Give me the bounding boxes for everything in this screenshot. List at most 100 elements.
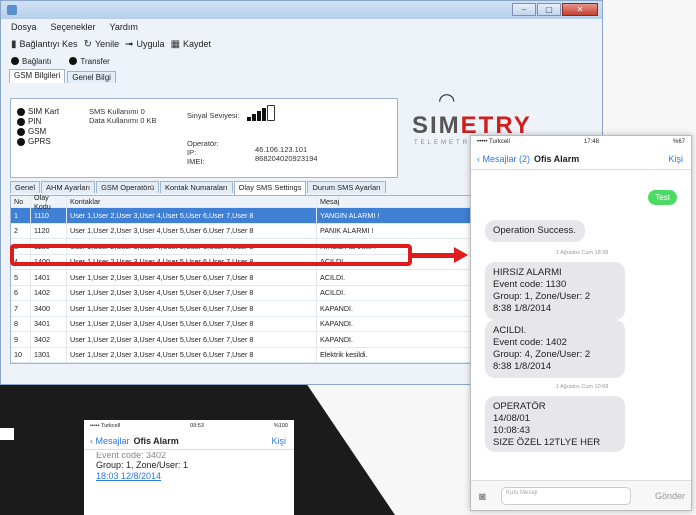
back-button[interactable]: ‹ Mesajlar (2) [477, 154, 530, 164]
gsm-indicators: SIM Kart PIN GSM GPRS [17, 107, 59, 147]
save-button[interactable]: ▦ Kaydet [171, 39, 211, 50]
timestamp-2: 1 Ağustos Cum 10:08 [555, 384, 609, 390]
table-row[interactable]: 10 1301 User 1,User 2,User 3,User 4,User 5… [11, 347, 474, 363]
cell-no: 2 [11, 223, 31, 238]
phone2-contact-button[interactable]: Kişi [271, 436, 286, 446]
cell-message: PANIK ALARMI ! [320, 226, 374, 236]
cell-message: KAPANDI. [320, 334, 354, 344]
close-button[interactable]: ✕ [562, 3, 598, 16]
table-row[interactable]: 6 1402 User 1,User 2,User 3,User 4,User 5,… [11, 285, 474, 301]
disconnect-label: Bağlantıyı Kes [19, 39, 78, 49]
tab-status-sms[interactable]: Durum SMS Ayarları [307, 181, 386, 193]
table-row[interactable]: 1 1110 User 1,User 2,User 3,User 4,User 5,… [11, 208, 474, 224]
connection-label: Bağlantı [22, 56, 52, 66]
status-transfer: Transfer [69, 57, 110, 66]
phone2-carrier: ••••• Turkcell [90, 423, 121, 429]
phone-battery: %67 [672, 139, 685, 145]
imei-label: IMEI: [187, 157, 205, 166]
tab-contacts[interactable]: Kontak Numaraları [160, 181, 233, 193]
cell-contacts: User 1,User 2,User 3,User 4,User 5,User … [67, 270, 317, 285]
wifi-logo-icon: ◠ [438, 90, 456, 112]
table-row[interactable]: 7 3400 User 1,User 2,User 3,User 4,User 5,… [11, 301, 474, 317]
operator-label: Operatör: [187, 139, 219, 148]
msg2-line: HIRSIZ ALARMI [493, 267, 562, 278]
refresh-button[interactable]: ↻ Yenile [84, 39, 120, 50]
send-button[interactable]: Gönder [655, 491, 685, 501]
cell-message: ACILDI. [320, 272, 346, 282]
menu-file[interactable]: Dosya [11, 22, 37, 32]
phone2-date-link[interactable]: 18:03 12/8/2014 [96, 471, 256, 482]
table-row[interactable]: 5 1401 User 1,User 2,User 3,User 4,User 5,… [11, 270, 474, 286]
pin-label: PIN [28, 117, 42, 126]
tab-general-info[interactable]: Genel Bilgi [67, 71, 116, 83]
cell-no: 7 [11, 301, 31, 316]
header-message[interactable]: Mesaj [317, 196, 474, 207]
received-message-4: OPERATÖR 14/08/01 10:08:43 SIZE ÖZEL 12T… [485, 396, 625, 452]
cell-code: 1401 [31, 270, 67, 285]
phone-time: 17:48 [583, 139, 599, 145]
phone-screen-2: ••••• Turkcell 09:53 %100 ‹ Mesajlar Ofi… [84, 420, 294, 515]
table-row[interactable]: 9 3402 User 1,User 2,User 3,User 4,User 5,… [11, 332, 474, 348]
phone-nav-bar: ‹ Mesajlar (2) Ofis Alarm Kişi [471, 148, 691, 170]
phone2-back-label: Mesajlar [95, 435, 130, 446]
phone2-time: 09:53 [190, 423, 204, 429]
cell-contacts: User 1,User 2,User 3,User 4,User 5,User … [67, 223, 317, 238]
indicator-pin: PIN [17, 117, 59, 127]
transfer-label: Transfer [80, 56, 110, 66]
sim-label: SIM Kart [28, 107, 60, 116]
status-connection: Bağlantı [11, 57, 51, 66]
highlight-box [10, 244, 412, 266]
cell-contacts: User 1,User 2,User 3,User 4,User 5,User … [67, 332, 317, 347]
cell-no: 10 [11, 347, 31, 362]
gsm-dot-icon [17, 128, 25, 136]
cell-code: 1301 [31, 347, 67, 362]
header-no[interactable]: No [11, 196, 31, 207]
event-grid: No Olay Kodu Kontaklar Mesaj 1 1110 User 1… [10, 193, 475, 364]
phone2-status-bar: ••••• Turkcell 09:53 %100 [84, 420, 294, 432]
cell-no: 9 [11, 332, 31, 347]
toolbar: ▮ Bağlantıyı Kes ↻ Yenile ➟ Uygula ▦ Kaydet [1, 35, 602, 53]
indicator-sim: SIM Kart [17, 107, 59, 117]
maximize-button[interactable]: ▢ [537, 3, 561, 16]
cell-code: 3400 [31, 301, 67, 316]
indicator-gprs: GPRS [17, 137, 59, 147]
contact-button[interactable]: Kişi [668, 154, 683, 164]
cell-contacts: User 1,User 2,User 3,User 4,User 5,User … [67, 347, 317, 362]
apply-button[interactable]: ➟ Uygula [125, 39, 164, 50]
msg3-line: Group: 4, Zone/User: 2 [493, 349, 591, 360]
logo-part-a: SIM [412, 112, 461, 139]
msg4-line: 10:08:43 [493, 425, 530, 436]
apply-icon: ➟ [125, 38, 134, 50]
message-input[interactable]: Kutu Mesajı [501, 487, 631, 505]
header-contacts[interactable]: Kontaklar [67, 196, 317, 207]
tab-event-sms[interactable]: Olay SMS Settings [233, 181, 307, 195]
signal-bars-icon [247, 105, 275, 121]
phone2-message: Event code: 3402 Group: 1, Zone/User: 1 … [96, 452, 256, 482]
cell-code: 3401 [31, 316, 67, 331]
minimize-button[interactable]: – [512, 3, 536, 16]
gsm-info-panel: SIM Kart PIN GSM GPRS SMS Kullanımı 0 Da… [10, 98, 398, 178]
imei-value: 868204020923194 [255, 154, 318, 163]
tab-gsm-info[interactable]: GSM Bilgileri [9, 69, 66, 83]
sent-message: Test [648, 190, 677, 205]
cell-contacts: User 1,User 2,User 3,User 4,User 5,User … [67, 285, 317, 300]
tab-ahm[interactable]: AHM Ayarları [41, 181, 96, 193]
menu-help[interactable]: Yardım [110, 22, 138, 32]
camera-icon[interactable]: ◙ [479, 491, 486, 503]
phone2-nav-bar: ‹ Mesajlar Ofis Alarm Kişi [84, 432, 294, 450]
menu-options[interactable]: Seçenekler [51, 22, 96, 32]
phone2-line: Event code: 3402 [96, 452, 167, 460]
save-label: Kaydet [183, 39, 212, 49]
tab-gsm-operator[interactable]: GSM Operatörü [96, 181, 159, 193]
table-row[interactable]: 2 1120 User 1,User 2,User 3,User 4,User 5,… [11, 223, 474, 239]
cell-code: 3402 [31, 332, 67, 347]
phone2-back-button[interactable]: ‹ Mesajlar [90, 436, 130, 446]
msg4-line: 14/08/01 [493, 413, 530, 424]
disconnect-button[interactable]: ▮ Bağlantıyı Kes [11, 39, 78, 50]
grid-header: No Olay Kodu Kontaklar Mesaj [11, 193, 474, 211]
header-code[interactable]: Olay Kodu [31, 193, 67, 211]
gprs-dot-icon [17, 138, 25, 146]
tab-general[interactable]: Genel [10, 181, 41, 193]
table-row[interactable]: 8 3401 User 1,User 2,User 3,User 4,User 5,… [11, 316, 474, 332]
msg2-line: 8:38 1/8/2014 [493, 303, 552, 314]
